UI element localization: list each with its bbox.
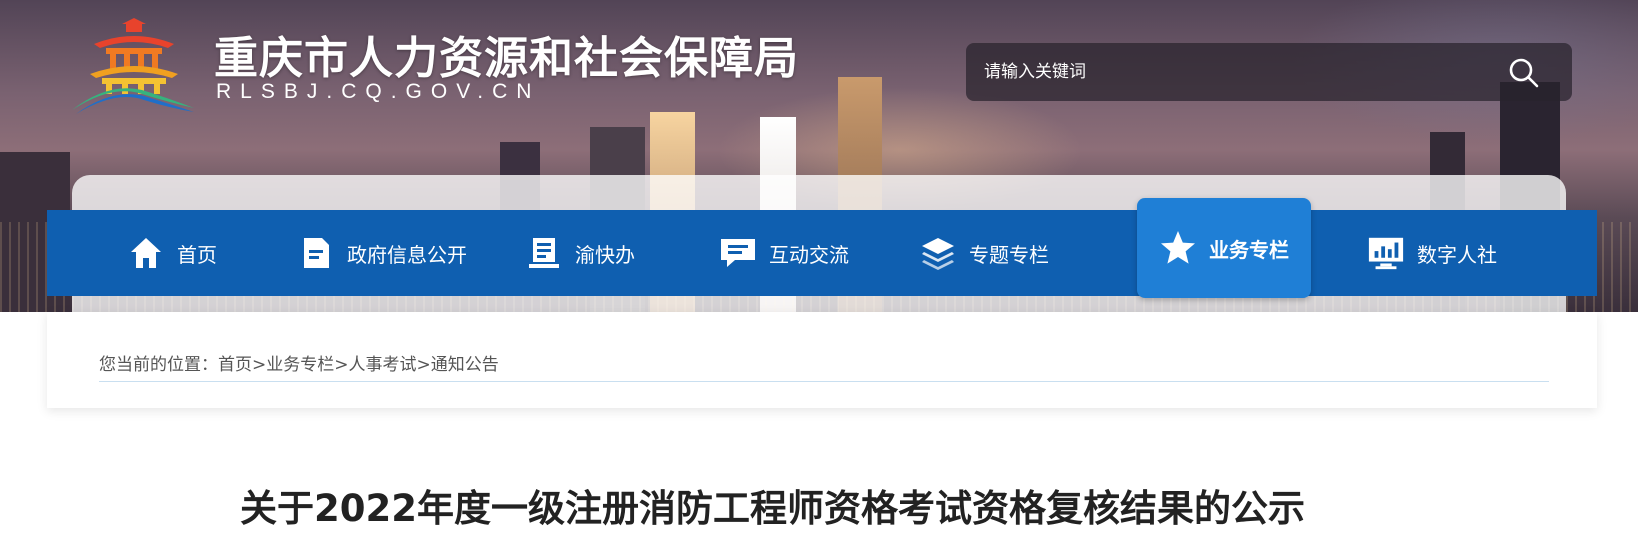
- breadcrumb-notice-link[interactable]: 通知公告: [431, 355, 499, 375]
- chat-icon: [719, 234, 757, 272]
- nav-item-label: 渝快办: [575, 242, 635, 267]
- search-icon[interactable]: [1506, 55, 1542, 91]
- breadcrumb-separator: >: [334, 355, 349, 375]
- breadcrumb-home-link[interactable]: 首页: [218, 355, 252, 375]
- search-box: [966, 43, 1572, 101]
- nav-item-gov-info[interactable]: 政府信息公开: [297, 210, 467, 296]
- nav-item-label: 首页: [177, 242, 217, 267]
- breadcrumb-divider: [99, 381, 1549, 382]
- nav-item-label: 互动交流: [769, 242, 849, 267]
- site-title: 重庆市人力资源和社会保障局: [214, 33, 799, 84]
- breadcrumb: 您当前的位置：首页>业务专栏>人事考试>通知公告: [99, 350, 499, 375]
- nav-item-label: 政府信息公开: [347, 242, 467, 267]
- nav-item-digital[interactable]: 数字人社: [1367, 210, 1497, 296]
- main-nav: 首页 政府信息公开 渝快办 互动交流 专题专栏 业务专栏 数字人社: [47, 198, 1597, 298]
- breadcrumb-prefix: 您当前的位置：: [99, 355, 218, 375]
- layers-icon: [919, 234, 957, 272]
- nav-item-business[interactable]: 业务专栏: [1137, 198, 1311, 298]
- nav-item-yukuaiban[interactable]: 渝快办: [525, 210, 635, 296]
- search-input[interactable]: [984, 57, 1484, 87]
- nav-item-interaction[interactable]: 互动交流: [719, 210, 849, 296]
- nav-item-label: 业务专栏: [1209, 237, 1289, 262]
- breadcrumb-separator: >: [416, 355, 431, 375]
- breadcrumb-business-link[interactable]: 业务专栏: [266, 355, 334, 375]
- nav-item-special[interactable]: 专题专栏: [919, 210, 1049, 296]
- monitor-chart-icon: [1367, 234, 1405, 272]
- list-document-icon: [525, 234, 563, 272]
- site-domain: RLSBJ.CQ.GOV.CN: [216, 80, 541, 103]
- temple-logo-icon: [72, 18, 194, 114]
- home-icon: [127, 234, 165, 272]
- document-icon: [297, 234, 335, 272]
- breadcrumb-panel: 您当前的位置：首页>业务专栏>人事考试>通知公告: [47, 312, 1597, 408]
- nav-item-home[interactable]: 首页: [127, 210, 217, 296]
- breadcrumb-exam-link[interactable]: 人事考试: [349, 355, 417, 375]
- breadcrumb-separator: >: [252, 355, 267, 375]
- article-title: 关于2022年度一级注册消防工程师资格考试资格复核结果的公示: [240, 487, 1305, 530]
- star-icon: [1159, 229, 1197, 267]
- nav-item-label: 数字人社: [1417, 242, 1497, 267]
- nav-item-label: 专题专栏: [969, 242, 1049, 267]
